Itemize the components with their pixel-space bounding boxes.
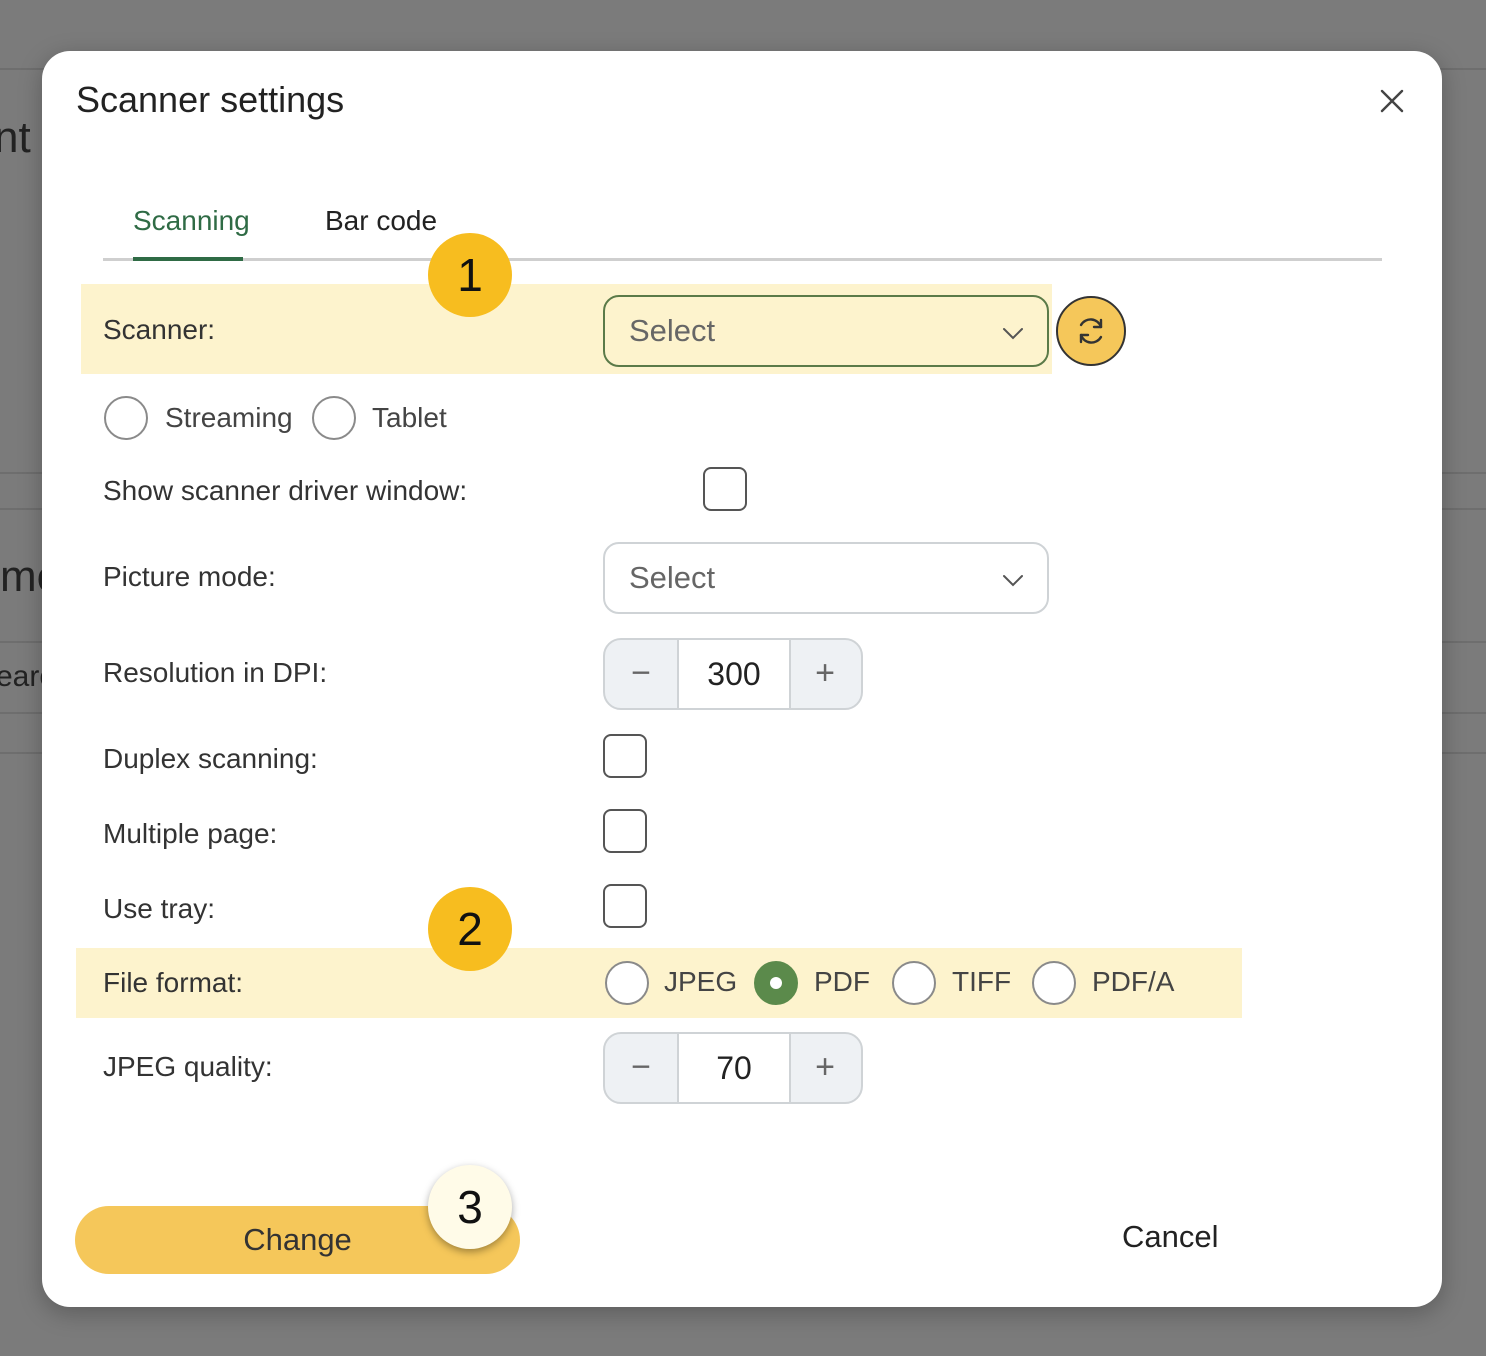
resolution-stepper: − 300 +	[603, 638, 863, 710]
refresh-icon	[1079, 318, 1103, 344]
resolution-label: Resolution in DPI:	[103, 657, 328, 688]
show-driver-window-label: Show scanner driver window:	[103, 475, 468, 506]
jpeg-quality-stepper: − 70 +	[603, 1032, 863, 1104]
jpeg-quality-value[interactable]: 70	[677, 1034, 791, 1102]
tab-bar-divider	[103, 258, 1382, 261]
tablet-label: Tablet	[372, 402, 447, 433]
picture-mode-label: Picture mode:	[103, 561, 276, 592]
show-driver-window-checkbox[interactable]	[703, 467, 747, 511]
dialog-title: Scanner settings	[76, 79, 345, 120]
tab-bar-code[interactable]: Bar code	[325, 201, 437, 258]
scanner-select-value: Select	[629, 313, 716, 348]
scanner-settings-dialog: Scanner settings Scanning Bar code Scann…	[42, 51, 1442, 1307]
tab-bar: Scanning Bar code	[103, 201, 1382, 261]
use-tray-label: Use tray:	[103, 893, 216, 924]
multiple-page-checkbox[interactable]	[603, 809, 647, 853]
scanner-select[interactable]: Select	[603, 295, 1049, 367]
multiple-page-label: Multiple page:	[103, 818, 278, 849]
refresh-scanners-button[interactable]	[1056, 296, 1126, 366]
file-format-pdf-radio[interactable]	[754, 961, 798, 1005]
resolution-value[interactable]: 300	[677, 640, 791, 708]
jpeg-quality-decrement-button[interactable]: −	[605, 1034, 677, 1102]
use-tray-checkbox[interactable]	[603, 884, 647, 928]
streaming-label: Streaming	[165, 402, 293, 433]
file-format-label: File format:	[103, 967, 244, 998]
picture-mode-select-value: Select	[629, 560, 716, 595]
callout-badge-1: 1	[428, 233, 512, 317]
duplex-checkbox[interactable]	[603, 734, 647, 778]
chevron-down-icon	[1003, 575, 1023, 587]
chevron-down-icon	[1003, 328, 1023, 340]
file-format-pdfa-radio[interactable]	[1032, 961, 1076, 1005]
cancel-button[interactable]: Cancel	[1122, 1219, 1219, 1255]
file-format-jpeg-label: JPEG	[664, 966, 738, 997]
file-format-pdfa-label: PDF/A	[1092, 966, 1175, 997]
close-icon[interactable]	[1372, 81, 1412, 121]
file-format-jpeg-radio[interactable]	[605, 961, 649, 1005]
tab-scanning[interactable]: Scanning	[133, 201, 250, 261]
jpeg-quality-increment-button[interactable]: +	[789, 1034, 861, 1102]
callout-badge-3: 3	[428, 1165, 512, 1249]
file-format-tiff-radio[interactable]	[892, 961, 936, 1005]
file-format-pdf-label: PDF	[814, 966, 870, 997]
picture-mode-select[interactable]: Select	[603, 542, 1049, 614]
resolution-increment-button[interactable]: +	[789, 640, 861, 708]
resolution-decrement-button[interactable]: −	[605, 640, 677, 708]
file-format-tiff-label: TIFF	[952, 966, 1012, 997]
callout-badge-2: 2	[428, 887, 512, 971]
duplex-label: Duplex scanning:	[103, 743, 318, 774]
tablet-radio[interactable]	[312, 396, 356, 440]
scanner-label: Scanner:	[103, 314, 216, 345]
streaming-radio[interactable]	[104, 396, 148, 440]
jpeg-quality-label: JPEG quality:	[103, 1051, 273, 1082]
